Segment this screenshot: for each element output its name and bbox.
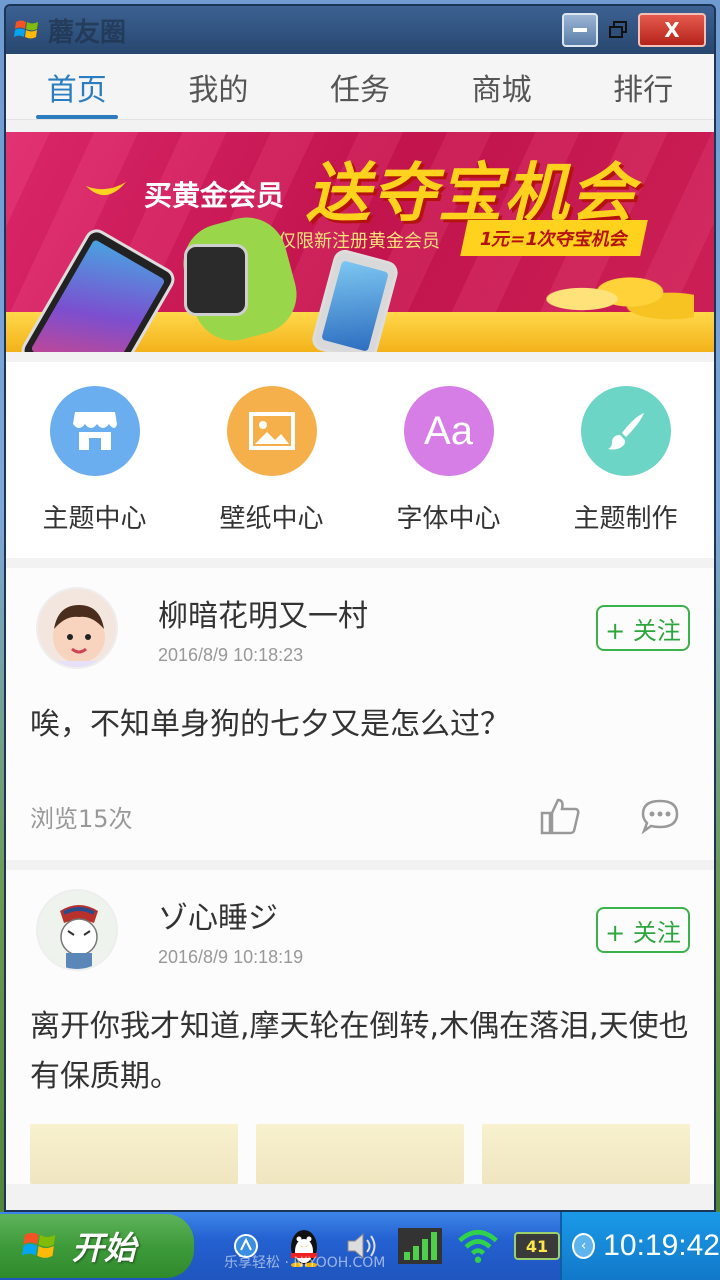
post-footer: 浏览15次	[30, 772, 690, 860]
like-icon[interactable]	[530, 786, 590, 846]
battery-indicator[interactable]: 41	[514, 1232, 560, 1260]
category-label: 壁纸中心	[219, 504, 324, 534]
close-icon: X	[664, 18, 680, 42]
minimize-icon	[573, 28, 587, 32]
category-theme-center[interactable]: 主题中心	[6, 386, 183, 558]
wifi-icon[interactable]	[456, 1224, 500, 1268]
font-icon: Aa	[403, 386, 494, 476]
avatar[interactable]	[36, 889, 118, 971]
watch-image	[184, 244, 248, 316]
store-icon	[49, 386, 140, 476]
tab-tasks[interactable]: 任务	[289, 54, 431, 119]
title-bar[interactable]: 蘑友圈 X	[6, 6, 714, 54]
post-header: 柳暗花明又一村 2016/8/9 10:18:23 + 关注	[30, 568, 690, 688]
banner-note: 仅限新注册黄金会员	[278, 231, 440, 252]
close-button[interactable]: X	[638, 13, 706, 47]
post-text: 离开你我才知道,摩天轮在倒转,木偶在落泪,天使也有保质期。	[30, 1009, 689, 1094]
minimize-button[interactable]	[562, 13, 598, 47]
comment-icon[interactable]	[630, 786, 690, 846]
post-time: 2016/8/9 10:18:19	[158, 946, 304, 967]
tab-ranking[interactable]: 排行	[572, 54, 714, 119]
clock-area[interactable]: ‹ 10:19:42	[560, 1212, 720, 1280]
system-tray: 41 乐享轻松 · NIYOOH.COM	[194, 1212, 560, 1280]
follow-button[interactable]: + 关注	[596, 605, 690, 651]
category-label: 主题中心	[42, 504, 147, 534]
taskbar: 开始 41 乐享轻松 · NIYOOH.COM ‹ 10:19:42	[0, 1212, 720, 1280]
tab-mall[interactable]: 商城	[431, 54, 573, 119]
tab-home[interactable]: 首页	[6, 54, 148, 119]
app-content: 首页 我的 任务 商城 排行 买黄金会员 送夺宝机会 仅限新注册黄金会员 1元=…	[6, 54, 714, 1210]
post-meta: ゾ心睡ジ 2016/8/9 10:18:19	[158, 893, 596, 968]
post-image-thumbnail[interactable]	[482, 1124, 690, 1184]
post-text: 唉，不知单身狗的七夕又是怎么过？	[30, 707, 510, 742]
post-card[interactable]: ゾ心睡ジ 2016/8/9 10:18:19 + 关注 离开你我才知道,摩天轮在…	[6, 870, 714, 1184]
promo-banner[interactable]: 买黄金会员 送夺宝机会 仅限新注册黄金会员 1元=1次夺宝机会	[6, 132, 714, 352]
app-window: 蘑友圈 X 首页 我的 任务 商城 排行 买黄金会员 送夺宝机会 仅限新注册黄金…	[4, 4, 716, 1212]
category-grid: 主题中心 壁纸中心 Aa 字体中心 主题制作	[6, 362, 714, 558]
post-time: 2016/8/9 10:18:23	[158, 644, 304, 665]
restore-button[interactable]	[604, 13, 632, 47]
category-font-center[interactable]: Aa 字体中心	[360, 386, 537, 558]
start-button[interactable]: 开始	[0, 1214, 194, 1278]
windows-logo-icon	[14, 20, 38, 39]
crescent-decoration-icon	[86, 182, 126, 196]
restore-icon	[609, 21, 627, 38]
clock: 10:19:42	[603, 1229, 720, 1262]
view-count: 浏览15次	[30, 804, 133, 833]
post-images	[30, 1124, 690, 1184]
windows-logo-icon	[22, 1232, 56, 1258]
chevron-left-icon[interactable]: ‹	[572, 1233, 596, 1259]
banner-subtitle: 买黄金会员	[144, 179, 285, 212]
author-name[interactable]: 柳暗花明又一村	[158, 591, 596, 635]
start-label: 开始	[72, 1229, 137, 1267]
post-image-thumbnail[interactable]	[256, 1124, 464, 1184]
post-image-thumbnail[interactable]	[30, 1124, 238, 1184]
gold-coins-image	[534, 264, 694, 334]
author-name[interactable]: ゾ心睡ジ	[158, 893, 596, 937]
watermark-text: 乐享轻松 · NIYOOH.COM	[224, 1255, 386, 1271]
image-icon	[226, 386, 317, 476]
category-theme-maker[interactable]: 主题制作	[537, 386, 714, 558]
post-header: ゾ心睡ジ 2016/8/9 10:18:19 + 关注	[30, 870, 690, 990]
post-meta: 柳暗花明又一村 2016/8/9 10:18:23	[158, 591, 596, 666]
category-label: 主题制作	[573, 504, 678, 534]
category-label: 字体中心	[396, 504, 501, 534]
tab-bar: 首页 我的 任务 商城 排行	[6, 54, 714, 120]
window-title: 蘑友圈	[48, 17, 127, 48]
signal-strength-icon[interactable]	[398, 1224, 442, 1268]
avatar[interactable]	[36, 587, 118, 669]
brush-icon	[580, 386, 671, 476]
banner-pill: 1元=1次夺宝机会	[460, 220, 648, 256]
tab-mine[interactable]: 我的	[148, 54, 290, 119]
follow-button[interactable]: + 关注	[596, 907, 690, 953]
post-card[interactable]: 柳暗花明又一村 2016/8/9 10:18:23 + 关注 唉，不知单身狗的七…	[6, 568, 714, 860]
category-wallpaper-center[interactable]: 壁纸中心	[183, 386, 360, 558]
